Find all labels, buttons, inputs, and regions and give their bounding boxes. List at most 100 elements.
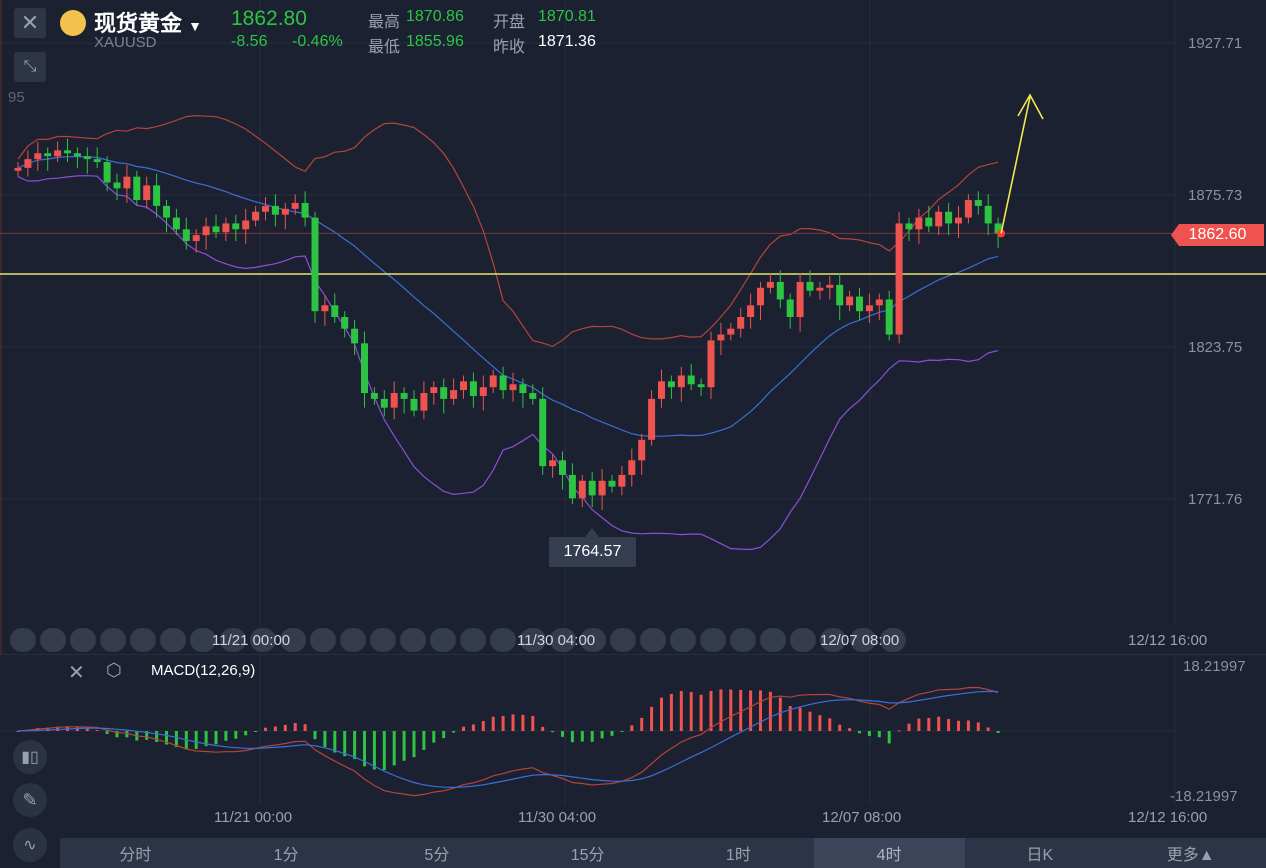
macd-histogram-bar — [452, 731, 456, 733]
candle — [578, 480, 586, 499]
candle — [44, 153, 52, 157]
macd-histogram-bar — [125, 731, 129, 738]
indicator-settings-icon[interactable]: ⬡ — [106, 660, 122, 681]
candle — [638, 439, 646, 461]
x-tick: 11/30 04:00 — [518, 809, 597, 826]
indicator-button[interactable]: ∿ — [13, 828, 47, 862]
candle — [935, 211, 943, 227]
timeline-marker — [640, 628, 666, 652]
high-value: 1870.86 — [406, 8, 464, 25]
dropdown-icon: ▼ — [188, 18, 202, 34]
tab-1min[interactable]: 1分 — [211, 838, 362, 868]
tab-daily[interactable]: 日K — [965, 838, 1116, 868]
macd-histogram-bar — [937, 716, 941, 731]
candle — [796, 281, 804, 318]
candle — [757, 287, 764, 306]
prev-close-label: 昨收 — [493, 39, 526, 56]
timeline-marker — [160, 628, 186, 652]
macd-histogram-bar — [887, 731, 891, 744]
macd-histogram-bar — [283, 724, 287, 731]
collapse-button[interactable]: ⤡ — [14, 52, 46, 82]
macd-histogram-bar — [551, 731, 555, 733]
high-label: 最高 — [368, 14, 401, 31]
macd-histogram-bar — [561, 731, 564, 737]
macd-histogram-bar — [679, 691, 683, 731]
candle — [420, 393, 428, 411]
timeline-marker — [370, 628, 396, 652]
macd-y-tick: 18.21997 — [1183, 658, 1246, 675]
macd-histogram-bar — [719, 689, 723, 731]
macd-histogram-bar — [808, 711, 812, 731]
timeline-marker — [130, 628, 156, 652]
chart-type-button[interactable]: ▮▯ — [13, 740, 47, 774]
macd-histogram-bar — [709, 690, 713, 731]
boll-mid-line — [17, 155, 999, 437]
candle — [450, 390, 458, 399]
macd-chart[interactable] — [0, 655, 1266, 838]
macd-histogram-bar — [353, 731, 357, 760]
candle — [163, 205, 170, 218]
remove-indicator-button[interactable]: ✕ — [68, 660, 85, 685]
macd-histogram-bar — [828, 718, 832, 731]
tab-4hour[interactable]: 4时 — [813, 838, 965, 868]
tab-more[interactable]: 更多▲ — [1115, 838, 1266, 868]
indicator-icon: ∿ — [23, 837, 37, 854]
timeline-marker — [40, 628, 66, 652]
candle — [222, 223, 230, 233]
timeline-marker — [730, 628, 756, 652]
macd-histogram-bar — [343, 731, 347, 757]
candle — [123, 176, 131, 189]
candle — [83, 156, 91, 160]
candle — [479, 387, 487, 396]
candle — [816, 287, 824, 291]
tab-5min[interactable]: 5分 — [362, 838, 513, 868]
macd-histogram-bar — [214, 731, 218, 745]
candle — [351, 328, 359, 344]
candle — [469, 381, 477, 396]
macd-histogram-bar — [105, 731, 109, 735]
timeline-marker — [460, 628, 486, 652]
candle — [964, 200, 972, 218]
candle — [370, 393, 378, 399]
candle — [271, 205, 279, 215]
macd-histogram-bar — [501, 715, 505, 731]
candle — [707, 340, 715, 388]
macd-histogram-bar — [462, 726, 465, 731]
tab-timeshare[interactable]: 分时 — [60, 838, 211, 868]
tab-15min[interactable]: 15分 — [512, 838, 663, 868]
candle — [806, 281, 814, 291]
timeline-marker — [430, 628, 456, 652]
macd-histogram-bar — [303, 724, 307, 731]
candle — [727, 328, 735, 335]
macd-histogram-bar — [491, 716, 495, 731]
macd-histogram-bar — [600, 731, 604, 739]
macd-histogram-bar — [224, 731, 228, 741]
candle — [301, 202, 309, 218]
candle — [598, 480, 606, 496]
timeline-scroll[interactable] — [10, 628, 906, 652]
low-marker: 1764.57 — [549, 537, 636, 567]
candle — [826, 284, 834, 288]
candle — [776, 281, 784, 300]
candle — [430, 387, 438, 394]
tab-1hour[interactable]: 1时 — [663, 838, 814, 868]
candle — [747, 305, 755, 318]
macd-histogram-bar — [907, 723, 911, 731]
draw-button[interactable]: ✎ — [13, 783, 47, 817]
timeline-marker — [70, 628, 96, 652]
macd-histogram-bar — [650, 706, 654, 731]
candle — [54, 150, 62, 157]
candle — [212, 226, 220, 233]
candle — [974, 200, 982, 206]
macd-histogram-bar — [412, 731, 416, 758]
y-tick: 1875.73 — [1188, 187, 1243, 204]
timeline-marker — [700, 628, 726, 652]
candle — [766, 281, 774, 288]
x-tick: 11/21 00:00 — [212, 632, 291, 649]
candle — [93, 159, 101, 163]
macd-histogram-bar — [313, 731, 317, 740]
close-button[interactable]: ✕ — [14, 8, 46, 38]
macd-histogram-bar — [422, 731, 426, 750]
dif-line — [17, 686, 999, 797]
boll-lower-line — [17, 175, 999, 551]
